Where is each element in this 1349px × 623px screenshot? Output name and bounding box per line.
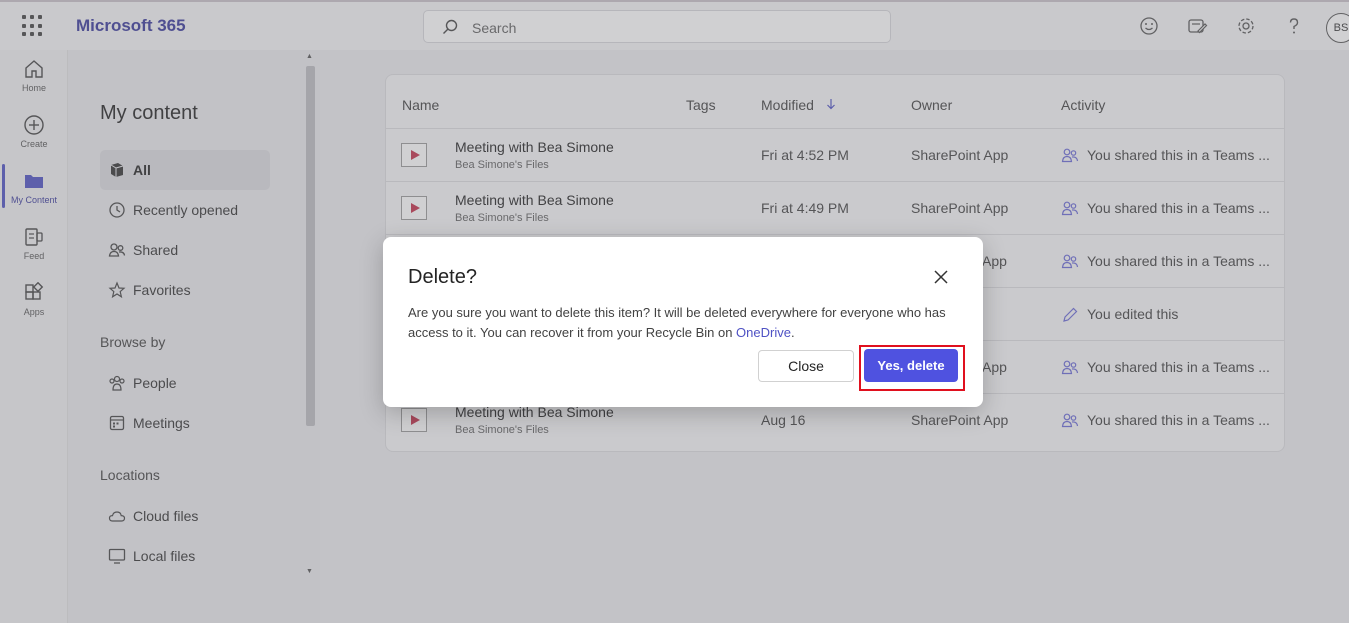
delete-dialog: Delete? Are you sure you want to delete … (383, 237, 983, 407)
dialog-message-text: Are you sure you want to delete this ite… (408, 305, 946, 340)
dialog-message-end: . (790, 325, 795, 340)
dialog-title: Delete? (408, 266, 477, 288)
onedrive-link[interactable]: OneDrive (736, 325, 791, 340)
yes-delete-button[interactable]: Yes, delete (864, 349, 958, 382)
dialog-message: Are you sure you want to delete this ite… (408, 303, 948, 343)
close-button[interactable]: Close (758, 350, 854, 382)
close-icon[interactable] (932, 268, 950, 286)
